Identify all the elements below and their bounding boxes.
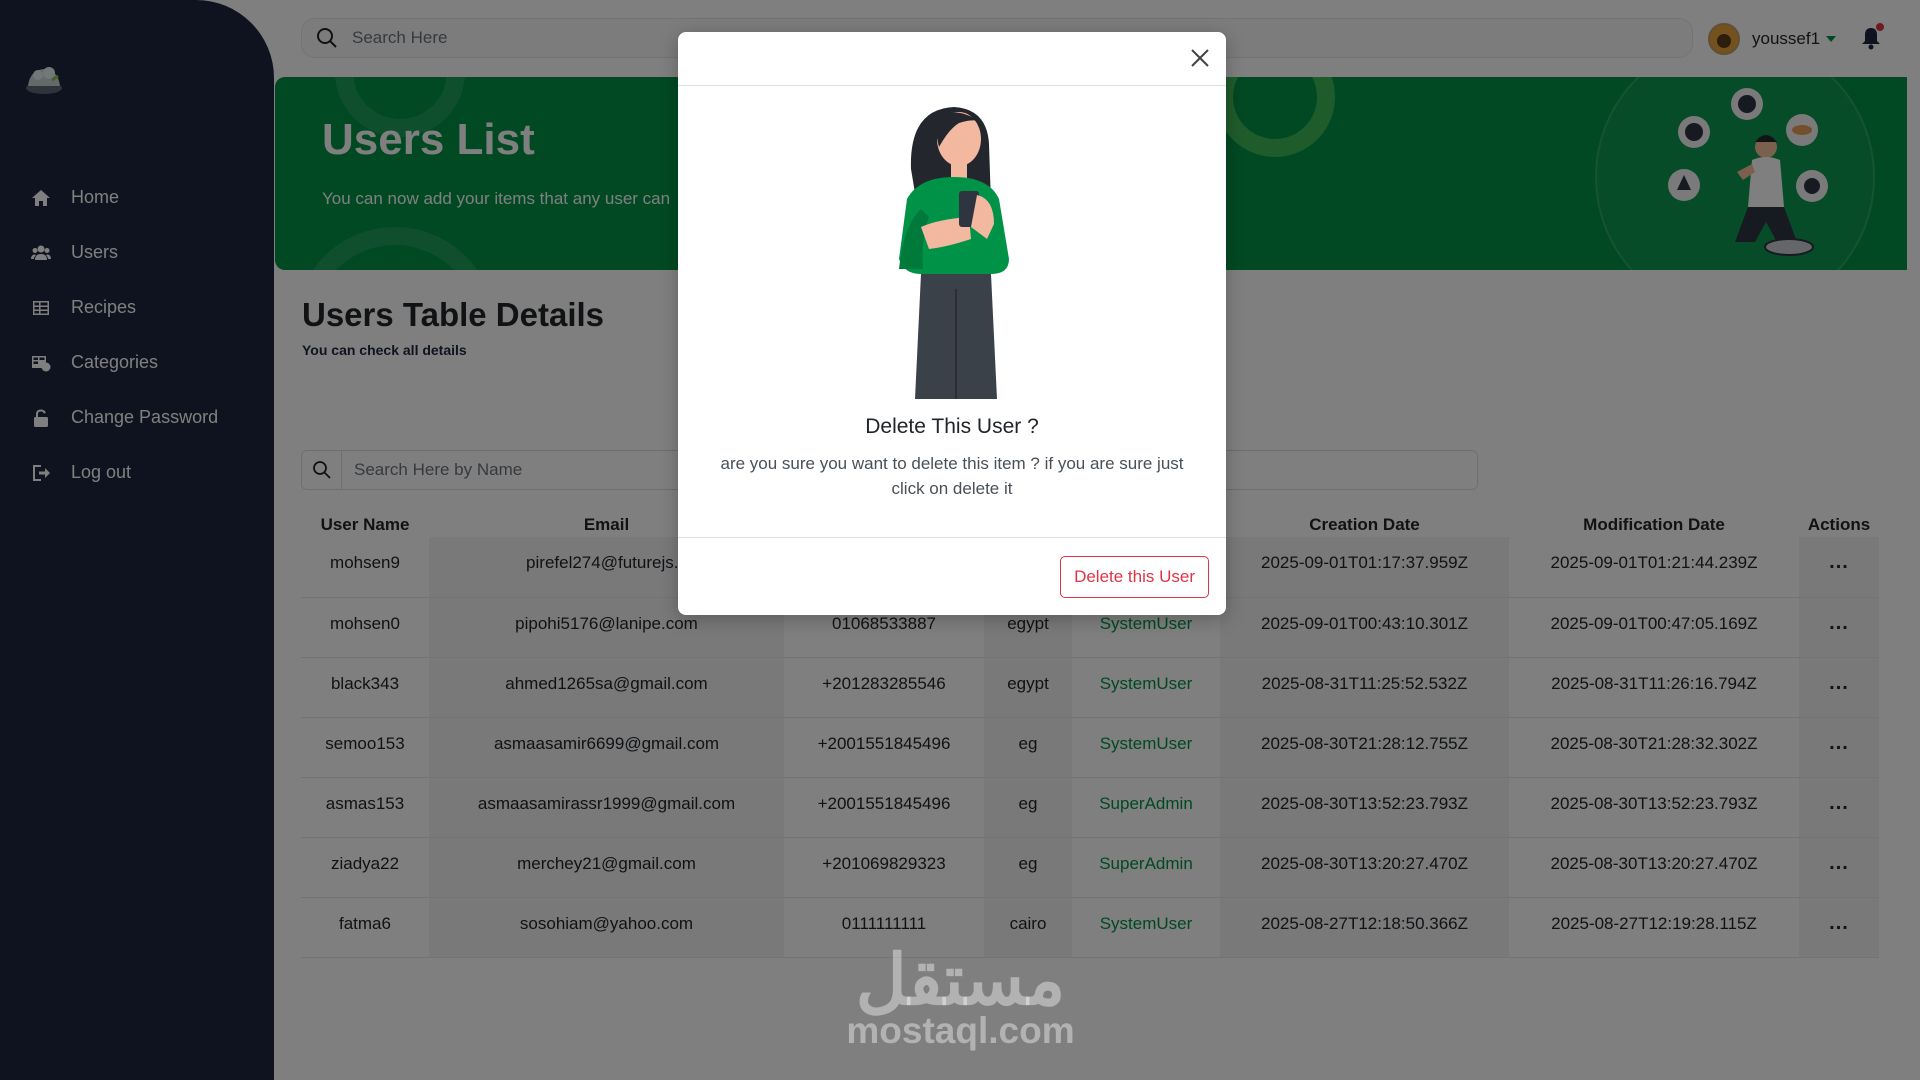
watermark-arabic: مستقل (855, 941, 1066, 1019)
delete-user-modal: Delete This User ? are you sure you want… (678, 32, 1226, 615)
watermark-latin: mostaql.com (846, 1010, 1075, 1051)
modal-message: are you sure you want to delete this ite… (720, 454, 1184, 498)
modal-title: Delete This User ? (865, 415, 1039, 438)
delete-user-button[interactable]: Delete this User (1060, 556, 1209, 598)
girl-with-phone-illustration-icon (899, 107, 1009, 399)
mostaql-watermark: مستقل mostaql.com (843, 945, 1078, 1051)
close-icon[interactable] (1188, 46, 1212, 70)
modal-footer: Delete this User (678, 537, 1226, 615)
modal-header (678, 32, 1226, 86)
